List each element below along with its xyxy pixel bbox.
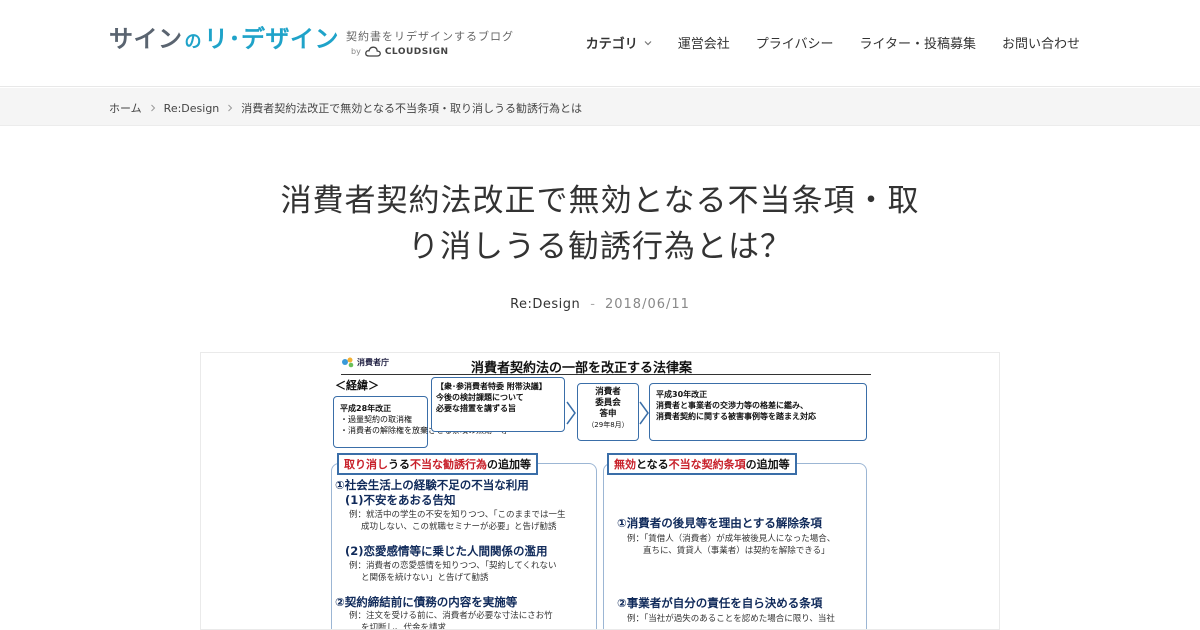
meta-separator: - — [590, 297, 595, 312]
agency-logo: 消費者庁 — [341, 356, 389, 368]
box-line: 【衆･参消費者特委 附帯決議】 — [436, 382, 547, 391]
history-box-committee: 消費者 委員会 答申 （29年8月） — [577, 383, 639, 441]
box-line: 消費者と事業者の交渉力等の格差に鑑み、 — [656, 401, 808, 410]
logo-tagline: 契約書をリデザインするブログ — [346, 30, 514, 43]
featured-image: 消費者庁 消費者契約法の一部を改正する法律案 ＜経緯＞ 平成28年改正 ・過量契… — [200, 352, 1000, 630]
right-item-heading: ①消費者の後見等を理由とする解除条項 — [617, 516, 822, 530]
box-line: ・過量契約の取消権 — [340, 415, 412, 424]
chevron-right-icon — [228, 104, 233, 112]
box-line: 消費者契約に関する被害事例等を踏まえ対応 — [656, 412, 816, 421]
breadcrumb-bar: ホーム Re:Design 消費者契約法改正で無効となる不当条項・取り消しうる勧… — [0, 88, 1200, 126]
agency-name: 消費者庁 — [357, 357, 389, 367]
box-line: 委員会 — [595, 398, 621, 408]
left-item-body: 例：消費者の恋愛感情を知りつつ、「契約してくれない — [349, 561, 557, 571]
left-item-body: 例：就活中の学生の不安を知りつつ、「このままでは一生 — [349, 510, 566, 520]
breadcrumb-current: 消費者契約法改正で無効となる不当条項・取り消しうる勧誘行為とは — [241, 102, 582, 115]
head-text: 不当な契約条項 — [668, 458, 746, 471]
head-text: となる — [636, 458, 669, 471]
section-head-clauses: 無効となる不当な契約条項の追加等 — [607, 453, 797, 475]
breadcrumb-category[interactable]: Re:Design — [164, 102, 220, 115]
left-item-body: 成功しない、この就職セミナーが必要」と告げ勧誘 — [361, 522, 557, 532]
slide-keii-label: ＜経緯＞ — [335, 379, 379, 392]
site-header: サイン のリ･デザイン 契約書をリデザインするブログ by CLOUDSIGN カ… — [0, 0, 1200, 87]
breadcrumb: ホーム Re:Design 消費者契約法改正で無効となる不当条項・取り消しうる勧… — [109, 100, 582, 116]
arrow-right-icon — [639, 401, 649, 425]
logo-by-text: by — [351, 47, 361, 56]
nav-item-label: 運営会社 — [677, 37, 730, 52]
breadcrumb-home[interactable]: ホーム — [109, 100, 142, 116]
box-line: 平成30年改正 — [656, 390, 708, 399]
box-line: （29年8月） — [587, 421, 629, 429]
nav-item-contact[interactable]: お問い合わせ — [1002, 33, 1080, 52]
nav-item-label: プライバシー — [755, 37, 834, 52]
nav-item-privacy[interactable]: プライバシー — [756, 33, 834, 52]
logo-part2: リ･デザイン — [204, 25, 339, 53]
cloud-icon — [364, 46, 381, 57]
right-item-body: 直ちに、賃貸人（事業者）は契約を解除できる」 — [643, 546, 830, 556]
history-box-resolution: 【衆･参消費者特委 附帯決議】 今後の検討課題について 必要な措置を講ずる旨 — [431, 377, 565, 432]
head-text: 無効 — [614, 458, 636, 471]
site-logo[interactable]: サイン のリ･デザイン 契約書をリデザインするブログ by CLOUDSIGN — [109, 25, 513, 57]
right-item-heading: ②事業者が自分の責任を自ら決める条項 — [617, 596, 823, 610]
logo-part-no: の — [184, 32, 202, 52]
right-item-body: 例：「当社が過失のあることを認めた場合に限り、当社 — [627, 614, 835, 624]
box-line: 必要な措置を講ずる旨 — [436, 404, 516, 413]
nav-item-writers[interactable]: ライター・投稿募集 — [860, 33, 976, 52]
history-box-h30: 平成30年改正 消費者と事業者の交渉力等の格差に鑑み、 消費者契約に関する被害事… — [649, 383, 867, 441]
logo-tagline-wrap: 契約書をリデザインするブログ — [346, 28, 546, 44]
head-text: 不当な勧誘行為 — [410, 458, 487, 471]
slide-image: 消費者庁 消費者契約法の一部を改正する法律案 ＜経緯＞ 平成28年改正 ・過量契… — [331, 353, 871, 630]
head-text: の追加等 — [745, 458, 790, 471]
cloudsign-text: CLOUDSIGN — [384, 46, 449, 57]
logo-by-cloudsign: by CLOUDSIGN — [351, 46, 449, 57]
left-item-body: と関係を続けない」と告げて勧誘 — [361, 573, 489, 583]
nav-item-label: ライター・投稿募集 — [859, 37, 976, 52]
article-date: 2018/06/11 — [604, 297, 690, 312]
box-line: 消費者 — [595, 387, 621, 397]
logo-wordmark: サイン のリ･デザイン — [109, 25, 339, 56]
agency-mark-icon — [342, 357, 354, 368]
history-box-h28: 平成28年改正 ・過量契約の取消権 ・消費者の解除権を放棄させる条項の無効 等 — [333, 396, 508, 448]
main-nav: カテゴリ 運営会社 プライバシー ライター・投稿募集 お問い合わせ — [586, 33, 1080, 52]
left-item-subheading: (1)不安をあおる告知 — [345, 493, 456, 507]
left-item-body: を切断し、代金を請求 — [361, 623, 447, 630]
chevron-right-icon — [150, 104, 155, 112]
head-text: の追加等 — [487, 458, 531, 471]
logo-part1: サイン — [109, 25, 183, 53]
article-meta: Re:Design -2018/06/11 — [0, 297, 1200, 312]
section-head-solicitation: 取り消しうる不当な勧誘行為の追加等 — [337, 453, 538, 475]
article-title: 消費者契約法改正で無効となる不当条項・取り消しうる勧誘行為とは？ — [280, 183, 920, 265]
nav-item-label: カテゴリ — [585, 37, 638, 52]
left-item-body: 例：注文を受ける前に、消費者が必要な寸法にさお竹 — [349, 611, 553, 621]
box-line: 平成28年改正 — [340, 404, 392, 413]
box-line: ・消費者の解除権を放棄させる条項の無効 等 — [340, 426, 508, 435]
slide-divider — [341, 374, 871, 375]
head-text: 取り消し — [344, 458, 388, 471]
left-item-heading: ②契約締結前に債務の内容を実施等 — [335, 595, 518, 609]
chevron-down-icon — [644, 40, 652, 45]
head-text: うる — [388, 458, 410, 471]
right-item-body: 例：「賃借人（消費者）が成年被後見人になった場合、 — [627, 534, 836, 544]
left-item-heading: (2)恋愛感情等に乗じた人間関係の濫用 — [345, 544, 548, 558]
left-item-heading: ①社会生活上の経験不足の不当な利用 — [335, 478, 529, 492]
arrow-right-icon — [566, 401, 576, 425]
box-line: 今後の検討課題について — [436, 393, 524, 402]
box-line: 答申 — [599, 409, 617, 419]
nav-item-company[interactable]: 運営会社 — [678, 33, 730, 52]
nav-item-category[interactable]: カテゴリ — [586, 33, 652, 52]
article-category-link[interactable]: Re:Design — [510, 297, 580, 312]
nav-item-label: お問い合わせ — [1001, 37, 1080, 52]
